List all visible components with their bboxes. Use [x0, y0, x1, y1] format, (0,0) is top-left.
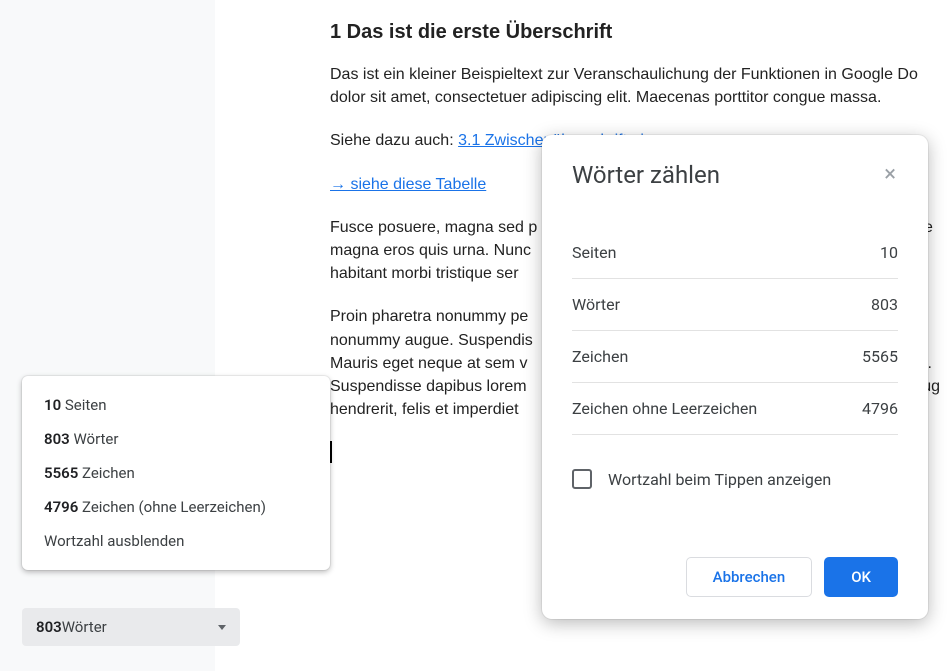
chip-label: Wörter: [62, 618, 107, 636]
popup-item-count: 5565: [44, 464, 78, 482]
link-siehe-tabelle[interactable]: → siehe diese Tabelle: [330, 176, 486, 193]
popup-item-count: 4796: [44, 498, 78, 516]
para2-prefix: Siehe dazu auch:: [330, 132, 458, 149]
heading-1: 1 Das ist die erste Überschrift: [330, 18, 950, 47]
popup-item-label: Zeichen: [78, 464, 135, 482]
dialog-actions: Abbrechen OK: [572, 557, 898, 597]
left-gutter: [0, 0, 215, 671]
popup-item-label: Zeichen (ohne Leerzeichen): [78, 498, 266, 516]
popup-item-count: 10: [44, 396, 61, 414]
popup-item-pages[interactable]: 10 Seiten: [22, 388, 330, 422]
popup-item-words[interactable]: 803 Wörter: [22, 422, 330, 456]
text-cursor: [330, 441, 332, 463]
wordcount-dialog: Wörter zählen × Seiten 10 Wörter 803 Zei…: [542, 135, 928, 619]
wordcount-chip[interactable]: 803 Wörter: [22, 608, 240, 646]
cancel-button[interactable]: Abbrechen: [686, 557, 813, 597]
popup-item-label: Seiten: [61, 396, 106, 414]
stat-value: 5565: [862, 347, 898, 366]
checkbox-row-show-while-typing: Wortzahl beim Tippen anzeigen: [572, 435, 898, 497]
ok-button[interactable]: OK: [824, 557, 898, 597]
stat-row-words: Wörter 803: [572, 279, 898, 331]
stat-row-characters-no-spaces: Zeichen ohne Leerzeichen 4796: [572, 383, 898, 435]
chip-count: 803: [36, 618, 62, 636]
chevron-down-icon: [218, 625, 226, 630]
paragraph-1: Das ist ein kleiner Beispieltext zur Ver…: [330, 63, 950, 109]
popup-item-characters[interactable]: 5565 Zeichen: [22, 456, 330, 490]
checkbox-show-while-typing[interactable]: [572, 469, 592, 489]
stat-label: Seiten: [572, 243, 616, 262]
stat-row-pages: Seiten 10: [572, 227, 898, 279]
stat-value: 4796: [862, 399, 898, 418]
stat-label: Zeichen: [572, 347, 628, 366]
stat-value: 10: [880, 243, 898, 262]
stat-value: 803: [871, 295, 898, 314]
dialog-title: Wörter zählen: [572, 161, 720, 189]
popup-item-hide-wordcount[interactable]: Wortzahl ausblenden: [22, 524, 330, 558]
popup-item-count: 803: [44, 430, 70, 448]
popup-item-characters-no-spaces[interactable]: 4796 Zeichen (ohne Leerzeichen): [22, 490, 330, 524]
popup-item-label: Wörter: [70, 430, 119, 448]
stat-row-characters: Zeichen 5565: [572, 331, 898, 383]
dialog-header: Wörter zählen ×: [572, 161, 898, 189]
checkbox-label: Wortzahl beim Tippen anzeigen: [608, 470, 831, 489]
wordcount-popup-menu: 10 Seiten 803 Wörter 5565 Zeichen 4796 Z…: [22, 376, 330, 570]
close-icon[interactable]: ×: [882, 162, 898, 188]
stat-label: Zeichen ohne Leerzeichen: [572, 399, 757, 418]
stat-label: Wörter: [572, 295, 620, 314]
